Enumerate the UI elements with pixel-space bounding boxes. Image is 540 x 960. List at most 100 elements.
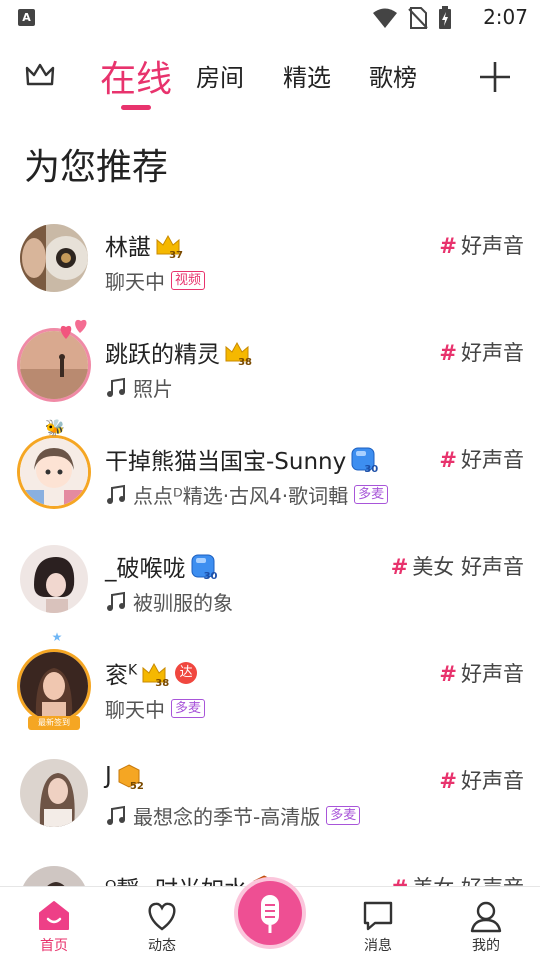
battery-charging-icon: [439, 6, 451, 29]
mic-icon: [261, 895, 279, 933]
room-name: 干掉熊猫当国宝-Sunny: [105, 449, 347, 475]
hash-icon: #: [439, 234, 457, 258]
home-icon: [39, 901, 69, 930]
tab-song-chart[interactable]: 歌榜: [369, 58, 417, 93]
active-tab-indicator: [121, 105, 151, 110]
level-number: 37: [169, 250, 183, 261]
avatar-frame-icon: 🐝: [45, 418, 65, 437]
crown-level-icon: 38: [224, 339, 252, 368]
hearts-decoration-icon: [60, 319, 87, 339]
no-sim-icon: [408, 7, 428, 29]
mic-button[interactable]: [238, 881, 302, 945]
multi-mic-badge: 多麦: [354, 485, 389, 504]
room-name-text: 衮: [105, 663, 128, 689]
tag-label: 好声音: [461, 662, 524, 686]
message-icon: [363, 901, 393, 931]
music-note-icon: [107, 591, 125, 611]
nav-label: 消息: [364, 938, 392, 954]
nav-label: 动态: [148, 938, 176, 954]
tag-label: 好声音: [461, 341, 524, 365]
room-name: J: [105, 763, 112, 789]
nav-profile[interactable]: 我的: [456, 899, 516, 955]
multi-mic-badge: 多麦: [326, 806, 361, 825]
avatar: [20, 545, 88, 613]
room-tag: # 好声音: [439, 337, 524, 367]
song-title: 照片: [133, 377, 173, 401]
room-tag: # 好声音: [439, 658, 524, 688]
heart-icon: [148, 902, 176, 931]
app-notification-icon: A: [18, 9, 35, 26]
room-name: 林諶: [105, 235, 151, 261]
name-superscript: K: [128, 662, 138, 679]
room-status: 聊天中: [105, 698, 165, 722]
level-number: 38: [155, 678, 170, 689]
tag-label: 好声音: [461, 769, 524, 793]
top-nav: 在线 房间 精选 歌榜: [0, 44, 540, 116]
video-badge: 视频: [171, 271, 206, 290]
room-list: 林諶 37 聊天中 视频 # 好声音 跳跃的精灵 38 照片 # 好声音 🐝 干掉: [0, 204, 540, 953]
nav-label: 首页: [40, 938, 68, 954]
crown-icon[interactable]: [24, 60, 56, 90]
tab-online[interactable]: 在线: [100, 50, 172, 102]
bottom-nav: 首页 动态 消息 我的: [0, 881, 540, 960]
crown-level-icon: 38: [141, 660, 170, 689]
list-item[interactable]: 🐝 干掉熊猫当国宝-Sunny 30 点点ᴰ精选·古风4·歌词輯 多麦 # 好声音: [0, 418, 540, 525]
avatar-frame-label: 最新签到: [28, 716, 80, 730]
wifi-icon: [373, 8, 397, 28]
room-name: 衮K: [105, 656, 137, 690]
nav-label: 我的: [472, 938, 500, 954]
avatar: [20, 759, 88, 827]
status-bar: A 2:07: [0, 0, 540, 36]
gem-level-icon: 30: [190, 553, 218, 582]
room-name: _破喉咙: [105, 556, 186, 582]
star-decoration-icon: ★: [51, 630, 63, 644]
list-item[interactable]: ★ 最新签到 衮K 38 达 聊天中 多麦 # 好声音: [0, 630, 540, 739]
level-number: 38: [238, 357, 252, 368]
tab-rooms[interactable]: 房间: [196, 58, 244, 93]
nav-moments[interactable]: 动态: [132, 899, 192, 955]
hex-level-icon: 52: [116, 763, 144, 792]
tag-prefix: 美女: [412, 555, 455, 579]
section-title: 为您推荐: [24, 147, 169, 188]
add-icon[interactable]: [478, 60, 512, 94]
music-note-icon: [107, 484, 125, 504]
tab-featured[interactable]: 精选: [283, 58, 331, 93]
music-note-icon: [107, 805, 125, 825]
tag-label: 好声音: [461, 234, 524, 258]
hash-icon: #: [439, 769, 457, 793]
status-icons: [372, 6, 452, 30]
room-tag: # 好声音: [439, 444, 524, 474]
crown-level-icon: 37: [155, 232, 183, 261]
room-tag: #美女 好声音: [391, 551, 524, 581]
song-title: 被驯服的象: [133, 591, 233, 615]
music-note-icon: [107, 377, 125, 397]
nav-home[interactable]: 首页: [24, 899, 84, 955]
avatar: [20, 224, 88, 292]
room-tag: # 好声音: [439, 230, 524, 260]
clock: 2:07: [483, 5, 528, 29]
list-item[interactable]: J 52 最想念的季节-高清版 多麦 # 好声音: [0, 739, 540, 846]
hash-icon: #: [439, 448, 457, 472]
hash-icon: #: [390, 555, 409, 579]
hash-icon: #: [439, 662, 457, 686]
level-number: 30: [203, 571, 218, 582]
level-number: 52: [129, 781, 144, 792]
profile-icon: [470, 901, 502, 933]
nav-messages[interactable]: 消息: [348, 899, 408, 955]
song-title: 点点ᴰ精选·古风4·歌词輯: [133, 484, 349, 508]
room-status: 聊天中: [105, 270, 165, 294]
level-number: 30: [364, 464, 379, 475]
hash-icon: #: [439, 341, 457, 365]
talent-badge: 达: [175, 662, 198, 684]
tag-label: 好声音: [461, 448, 524, 472]
multi-mic-badge: 多麦: [171, 699, 206, 718]
list-item[interactable]: 跳跃的精灵 38 照片 # 好声音: [0, 311, 540, 418]
list-item[interactable]: _破喉咙 30 被驯服的象 # 美女 好声音: [0, 525, 540, 632]
avatar: [20, 438, 88, 506]
gem-level-icon: 30: [350, 446, 379, 475]
avatar: [20, 652, 88, 720]
list-item[interactable]: 林諶 37 聊天中 视频 # 好声音: [0, 204, 540, 311]
tag-label: 好声音: [461, 555, 524, 579]
room-tag: # 好声音: [439, 765, 524, 795]
song-title: 最想念的季节-高清版: [133, 805, 321, 829]
